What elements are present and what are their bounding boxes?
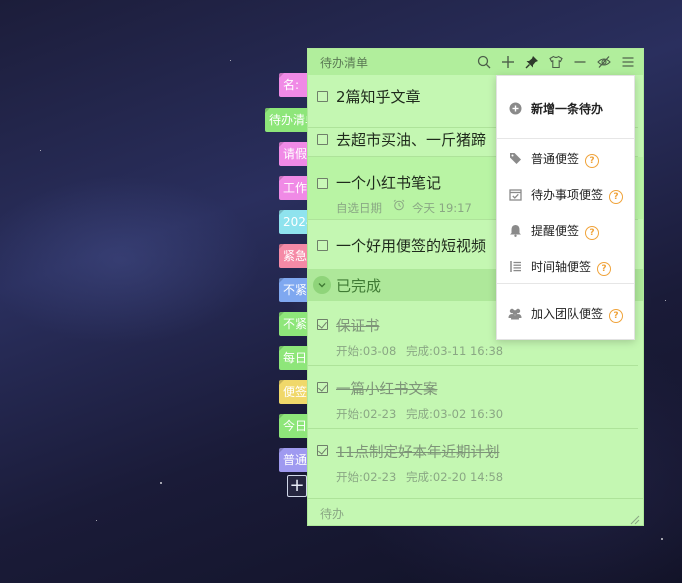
menu-item-timeline-note[interactable]: 时间轴便签? [497, 252, 634, 280]
menu-item-label: 提醒便签? [531, 222, 600, 240]
add-note-button[interactable]: + [287, 475, 307, 497]
start-date: 开始:02-23 [336, 407, 397, 421]
side-tab-label: 不紧 [283, 283, 308, 297]
side-tab-label: 不紧 [283, 317, 308, 331]
side-tab-label: 每日 [283, 351, 308, 365]
menu-item-text: 普通便签 [531, 152, 580, 166]
team-icon [508, 306, 522, 320]
eye-off-icon[interactable] [594, 52, 614, 72]
menu-item-text: 时间轴便签 [531, 260, 592, 274]
menu-item-text: 提醒便签 [531, 224, 580, 238]
plus-icon[interactable] [498, 52, 518, 72]
search-icon[interactable] [474, 52, 494, 72]
side-tab-label: 便签 [283, 385, 308, 399]
add-note-label: + [289, 475, 305, 496]
star [40, 150, 41, 151]
side-tab-label: 普通 [283, 453, 308, 467]
minimize-icon[interactable] [570, 52, 590, 72]
tag-icon [508, 151, 522, 165]
help-icon[interactable]: ? [585, 154, 600, 168]
menu-item-label: 加入团队便签? [531, 305, 624, 323]
plus-circle-icon [508, 101, 522, 115]
menu-item-label: 新增一条待办 [531, 102, 604, 116]
date-picker[interactable]: 自选日期 [336, 200, 382, 216]
todo-checkbox-checked[interactable] [317, 382, 328, 393]
star [665, 300, 666, 301]
finish-date: 完成:03-02 16:30 [406, 407, 504, 421]
menu-item-normal-note[interactable]: 普通便签? [497, 144, 634, 172]
menu-divider [497, 138, 634, 139]
side-tab-label: 名: [283, 78, 300, 92]
menu-item-team-note[interactable]: 加入团队便签? [497, 299, 634, 327]
shirt-icon[interactable] [546, 52, 566, 72]
todo-text[interactable]: 一个小红书笔记 [336, 172, 441, 193]
star [96, 520, 97, 521]
help-icon[interactable]: ? [609, 190, 624, 204]
finish-date: 完成:03-11 16:38 [406, 344, 504, 358]
alarm-clock-icon [393, 199, 405, 214]
reminder-time[interactable]: 今天 19:17 [412, 200, 472, 216]
menu-item-label: 待办事项便签? [531, 186, 624, 204]
side-tab-label: 请假 [283, 147, 308, 161]
menu-icon[interactable] [618, 52, 638, 72]
menu-item-reminder-note[interactable]: 提醒便签? [497, 216, 634, 244]
todo-checkbox-checked[interactable] [317, 319, 328, 330]
side-tab-label: 紧急 [283, 249, 308, 263]
side-tab-label: 今日 [283, 419, 308, 433]
todo-checkbox[interactable] [317, 134, 328, 145]
help-icon[interactable]: ? [585, 226, 600, 240]
todo-checkbox-checked[interactable] [317, 445, 328, 456]
help-icon[interactable]: ? [609, 309, 624, 323]
divider [308, 428, 638, 429]
completed-text[interactable]: 保证书 [336, 315, 380, 336]
timeline-icon [508, 259, 522, 273]
resize-grip-icon[interactable] [628, 510, 640, 525]
todo-text[interactable]: 2篇知乎文章 [336, 86, 421, 107]
todo-text[interactable]: 去超市买油、一斤猪蹄 [336, 129, 486, 150]
todo-checkbox[interactable] [317, 240, 328, 251]
menu-item-label: 时间轴便签? [531, 258, 612, 276]
star [230, 60, 231, 61]
bell-icon [508, 223, 522, 237]
pin-icon[interactable] [522, 52, 542, 72]
star [160, 482, 162, 484]
new-todo-input[interactable]: 待办 [308, 498, 643, 525]
todo-checkbox[interactable] [317, 91, 328, 102]
completed-text[interactable]: 一篇小红书文案 [336, 378, 438, 399]
menu-item-new-todo[interactable]: 新增一条待办 [497, 94, 634, 122]
start-date: 开始:02-23 [336, 470, 397, 484]
completed-item[interactable]: 11点制定好本年近期计划 开始:02-23 完成:02-20 14:58 [308, 432, 643, 492]
todo-checkbox[interactable] [317, 178, 328, 189]
chevron-down-icon[interactable] [313, 276, 331, 294]
menu-item-todo-note[interactable]: 待办事项便签? [497, 180, 634, 208]
finish-date: 完成:02-20 14:58 [406, 470, 504, 484]
menu-item-text: 待办事项便签 [531, 188, 604, 202]
new-todo-placeholder: 待办 [320, 507, 345, 521]
menu-item-label: 普通便签? [531, 150, 600, 168]
add-menu: 新增一条待办 普通便签? 待办事项便签? 提醒便签? 时间轴便签? 加入团队便签… [496, 75, 635, 340]
calendar-check-icon [508, 187, 522, 201]
start-date: 开始:03-08 [336, 344, 397, 358]
titlebar[interactable]: 待办清单 [308, 49, 643, 75]
completed-item[interactable]: 一篇小红书文案 开始:02-23 完成:03-02 16:30 [308, 369, 643, 429]
completed-text[interactable]: 11点制定好本年近期计划 [336, 441, 499, 462]
completed-section-label: 已完成 [336, 277, 382, 295]
menu-divider [497, 283, 634, 284]
divider [308, 365, 638, 366]
window-title: 待办清单 [320, 56, 369, 70]
star [661, 538, 663, 540]
todo-text[interactable]: 一个好用便签的短视频 [336, 235, 486, 256]
menu-item-text: 加入团队便签 [531, 307, 604, 321]
help-icon[interactable]: ? [597, 262, 612, 276]
side-tab-label: 工作 [283, 181, 308, 195]
